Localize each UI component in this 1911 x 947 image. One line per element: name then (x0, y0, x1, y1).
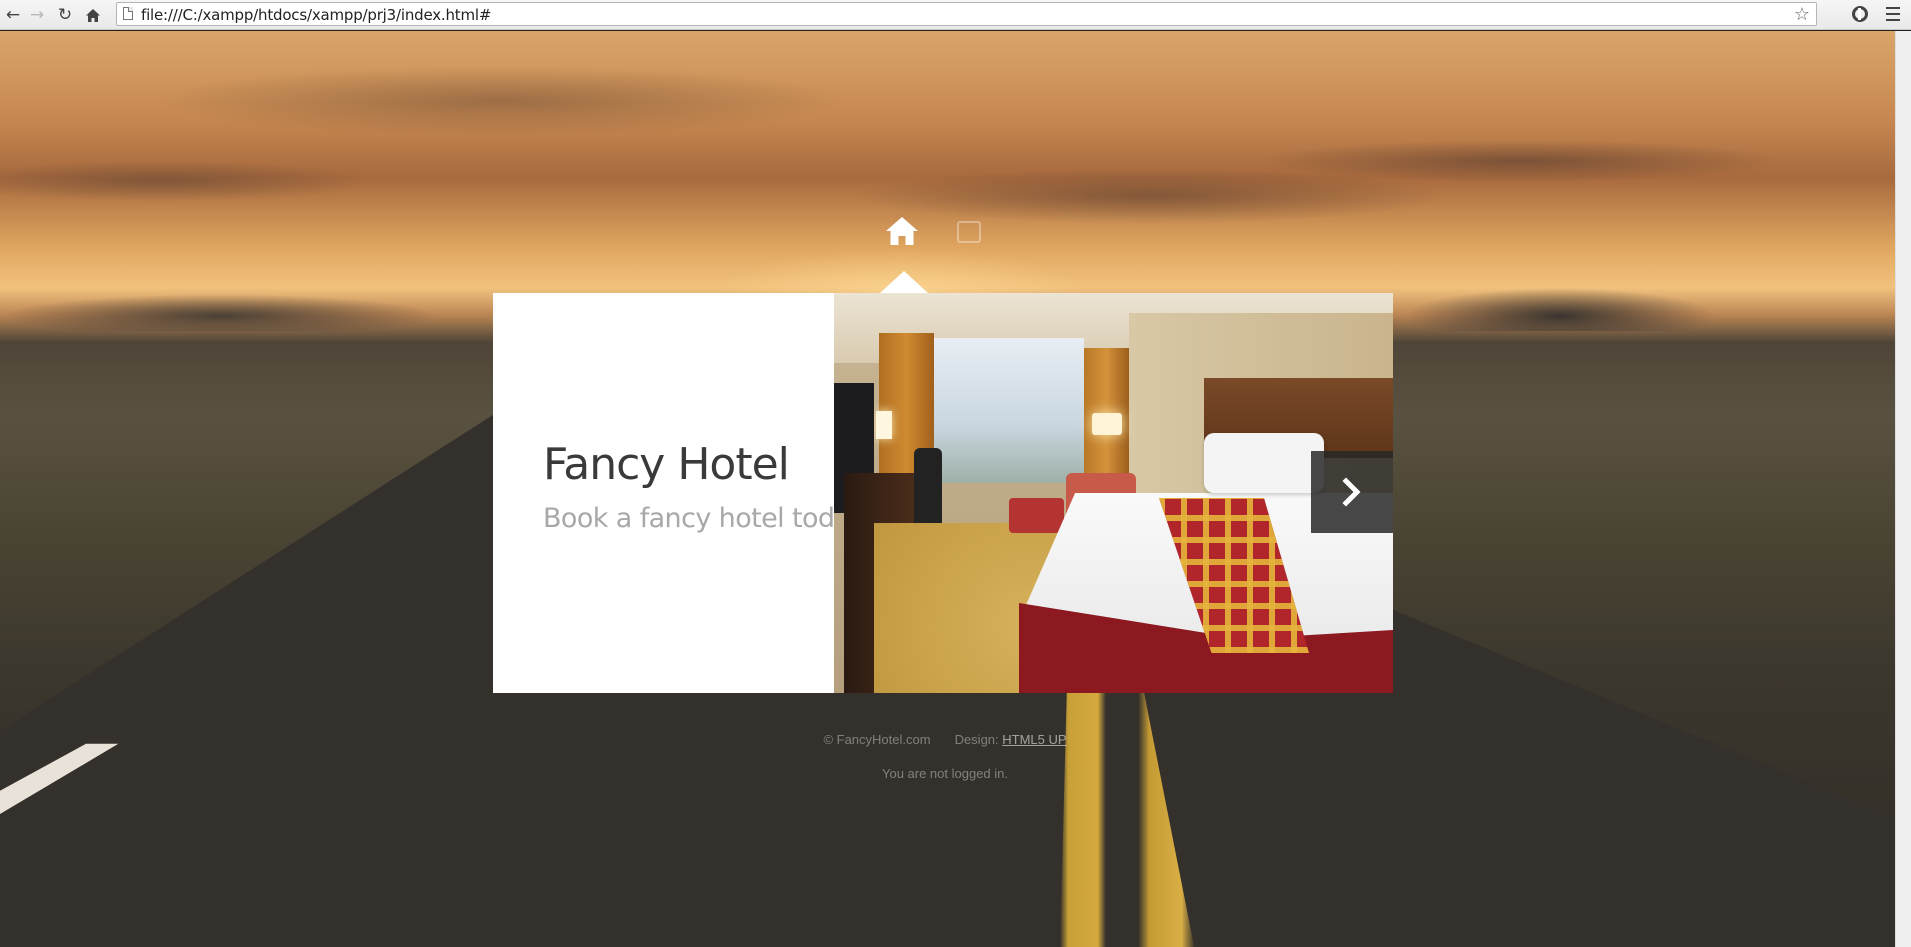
intro-section: Fancy Hotel Book a fancy hotel today (493, 293, 866, 693)
hotel-room-image (834, 293, 1393, 693)
arrow-right-icon: → (29, 5, 45, 25)
home-icon (86, 8, 100, 22)
reload-icon: ↻ (57, 5, 73, 25)
page-title: Fancy Hotel (543, 439, 790, 490)
home-icon (886, 217, 918, 245)
next-button[interactable] (1311, 451, 1393, 533)
footer: © FancyHotel.com Design: HTML5 UP You are… (700, 732, 1190, 781)
back-button[interactable]: ← (2, 4, 24, 26)
hamburger-menu-icon[interactable] (1886, 7, 1900, 21)
site-nav (884, 215, 981, 250)
login-status: You are not logged in. (881, 766, 1008, 781)
address-bar[interactable]: file:///C:/xampp/htdocs/xampp/prj3/index… (116, 2, 1817, 26)
page-subtitle: Book a fancy hotel today (543, 503, 866, 534)
browser-toolbar: ← → ↻ file:///C:/xampp/htdocs/xampp/prj3… (0, 0, 1911, 30)
star-icon[interactable]: ☆ (1794, 4, 1810, 25)
reload-button[interactable]: ↻ (54, 4, 76, 26)
scrollbar[interactable] (1895, 31, 1911, 947)
browser-home-button[interactable] (82, 4, 104, 26)
design-label: Design: (954, 732, 999, 747)
copyright-text: © FancyHotel.com (823, 732, 931, 747)
nav-home-link[interactable] (884, 215, 920, 249)
url-text[interactable]: file:///C:/xampp/htdocs/xampp/prj3/index… (141, 6, 491, 24)
page-icon (123, 7, 133, 20)
chevron-right-icon (1342, 477, 1361, 507)
forward-button[interactable]: → (26, 4, 48, 26)
nav-active-pointer (880, 271, 928, 293)
design-credit-link[interactable]: HTML5 UP (1002, 732, 1066, 747)
arrow-left-icon: ← (5, 5, 21, 25)
main-panel: Fancy Hotel Book a fancy hotel today (493, 293, 1393, 693)
extension-icon[interactable] (1852, 6, 1868, 22)
profile-icon[interactable] (957, 221, 981, 243)
